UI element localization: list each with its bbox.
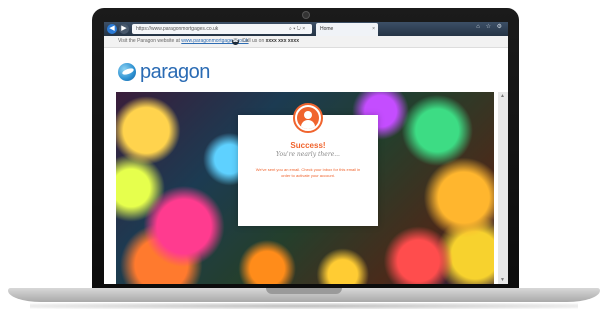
tab-label: Home [320,26,334,32]
paragon-logo[interactable]: paragon [118,61,210,83]
back-button[interactable]: ◀ [107,24,117,34]
scroll-down-icon[interactable]: ▼ [500,277,505,283]
info-bar: Visit the Paragon website at www.paragon… [104,36,508,48]
scrollbar[interactable]: ▲ ▼ [498,92,508,284]
close-icon[interactable]: × [372,23,375,36]
laptop-shadow [30,303,578,309]
logo-text: paragon [140,60,210,83]
phone-icon: ☎ [232,38,239,45]
modal-subtitle: You're nearly there... [276,151,340,158]
camera-icon [303,12,309,18]
address-controls[interactable]: ⌕ ▾ ↻ × [289,24,305,34]
call-text: Call us on xxxx xxx xxxx [242,36,299,47]
visit-label: Visit the Paragon website at [118,38,180,44]
window-controls[interactable]: ⌂ ☆ ⚙ [476,23,504,30]
user-icon [293,103,323,133]
forward-button[interactable]: ▶ [119,24,129,34]
logo-icon [118,63,136,81]
scroll-up-icon[interactable]: ▲ [500,93,505,99]
modal-title: Success! [290,141,326,150]
modal-message: We've sent you an email. Check your inbo… [255,167,361,178]
address-bar[interactable]: https://www.paragonmortgages.co.uk [132,24,312,34]
tab-home[interactable]: Home × [316,23,378,36]
visit-text: Visit the Paragon website at www.paragon… [118,36,249,47]
laptop-notch [266,288,342,294]
laptop-screen: ◀ ▶ https://www.paragonmortgages.co.uk ⌕… [104,22,508,284]
call-label: Call us on [242,38,265,44]
success-modal: Success! You're nearly there... We've se… [238,103,378,226]
browser-chrome: ◀ ▶ https://www.paragonmortgages.co.uk ⌕… [104,22,508,36]
phone-number[interactable]: xxxx xxx xxxx [266,38,299,44]
